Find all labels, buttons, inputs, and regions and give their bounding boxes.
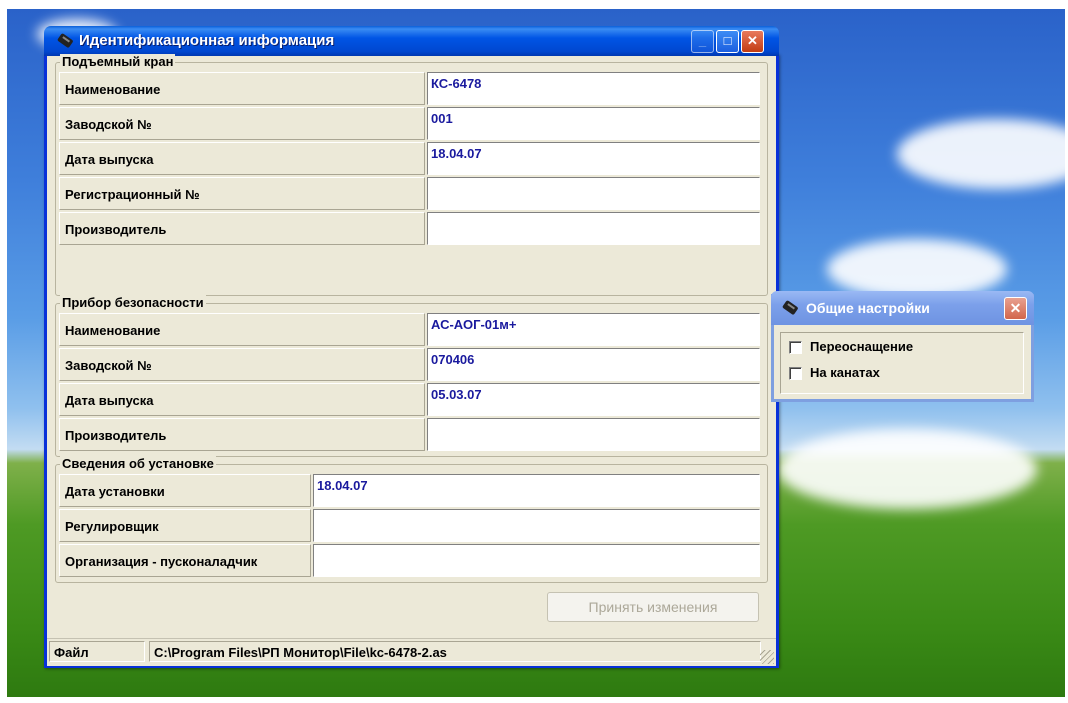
status-file-label: Файл: [49, 641, 145, 662]
settings-close-button[interactable]: ✕: [1004, 297, 1027, 320]
minimize-button[interactable]: _: [691, 30, 714, 53]
form-row: Дата выпуска 18.04.07: [59, 142, 762, 177]
checkbox-box[interactable]: [789, 341, 802, 355]
retrofit-label: Переоснащение: [810, 339, 914, 354]
crane-date-input[interactable]: 18.04.07: [427, 142, 760, 175]
form-row: Дата установки 18.04.07: [59, 474, 762, 509]
settings-window-title: Общие настройки: [806, 300, 930, 316]
status-file-path: C:\Program Files\РП Монитор\File\kc-6478…: [149, 641, 761, 662]
form-row: Производитель: [59, 212, 762, 247]
field-label: Заводской №: [59, 348, 425, 381]
settings-window: Общие настройки ✕ Переоснащение На канат…: [771, 291, 1034, 402]
form-row: Заводской № 070406: [59, 348, 762, 383]
checkbox-box[interactable]: [789, 367, 802, 381]
main-window-titlebar[interactable]: Идентификационная информация _ □ ✕: [44, 26, 779, 56]
group-install-legend: Сведения об установке: [60, 456, 216, 471]
app-icon: [57, 33, 73, 48]
field-label: Наименование: [59, 72, 425, 105]
form-row: Регулировщик: [59, 509, 762, 544]
field-label: Дата выпуска: [59, 142, 425, 175]
crane-serial-input[interactable]: 001: [427, 107, 760, 140]
on-ropes-checkbox[interactable]: На канатах: [789, 365, 880, 381]
field-label: Дата установки: [59, 474, 311, 507]
crane-name-input[interactable]: КС-6478: [427, 72, 760, 105]
commissioning-org-input[interactable]: [313, 544, 760, 577]
form-row: Наименование КС-6478: [59, 72, 762, 107]
field-label: Производитель: [59, 212, 425, 245]
main-window: Идентификационная информация _ □ ✕ Подъе…: [44, 26, 779, 668]
group-safety-legend: Прибор безопасности: [60, 295, 206, 310]
form-row: Заводской № 001: [59, 107, 762, 142]
form-row: Регистрационный №: [59, 177, 762, 212]
cloud: [777, 429, 1037, 509]
form-row: Дата выпуска 05.03.07: [59, 383, 762, 418]
form-row: Организация - пусконаладчик: [59, 544, 762, 579]
settings-options-group: Переоснащение На канатах: [780, 332, 1024, 394]
group-safety: Прибор безопасности Наименование АС-АОГ-…: [55, 295, 768, 457]
device-manufacturer-input[interactable]: [427, 418, 760, 451]
form-row: Производитель: [59, 418, 762, 453]
apply-changes-button[interactable]: Принять изменения: [547, 592, 759, 622]
app-icon: [782, 300, 798, 315]
device-date-input[interactable]: 05.03.07: [427, 383, 760, 416]
window-title: Идентификационная информация: [79, 32, 335, 49]
on-ropes-label: На канатах: [810, 365, 880, 380]
retrofit-checkbox[interactable]: Переоснащение: [789, 339, 914, 355]
device-name-input[interactable]: АС-АОГ-01м+: [427, 313, 760, 346]
field-label: Наименование: [59, 313, 425, 346]
close-button[interactable]: ✕: [741, 30, 764, 53]
settings-window-titlebar[interactable]: Общие настройки ✕: [771, 291, 1034, 325]
resize-grip-icon[interactable]: [760, 650, 774, 664]
field-label: Регистрационный №: [59, 177, 425, 210]
field-label: Дата выпуска: [59, 383, 425, 416]
field-label: Производитель: [59, 418, 425, 451]
install-date-input[interactable]: 18.04.07: [313, 474, 760, 507]
cloud: [897, 119, 1065, 189]
device-serial-input[interactable]: 070406: [427, 348, 760, 381]
group-crane: Подъемный кран Наименование КС-6478 Заво…: [55, 54, 768, 296]
cloud: [827, 239, 1007, 299]
field-label: Организация - пусконаладчик: [59, 544, 311, 577]
field-label: Заводской №: [59, 107, 425, 140]
crane-registration-input[interactable]: [427, 177, 760, 210]
status-bar: Файл C:\Program Files\РП Монитор\File\kc…: [47, 638, 776, 666]
group-crane-legend: Подъемный кран: [60, 54, 176, 69]
group-install: Сведения об установке Дата установки 18.…: [55, 456, 768, 583]
crane-manufacturer-input[interactable]: [427, 212, 760, 245]
maximize-button[interactable]: □: [716, 30, 739, 53]
adjuster-input[interactable]: [313, 509, 760, 542]
field-label: Регулировщик: [59, 509, 311, 542]
form-row: Наименование АС-АОГ-01м+: [59, 313, 762, 348]
